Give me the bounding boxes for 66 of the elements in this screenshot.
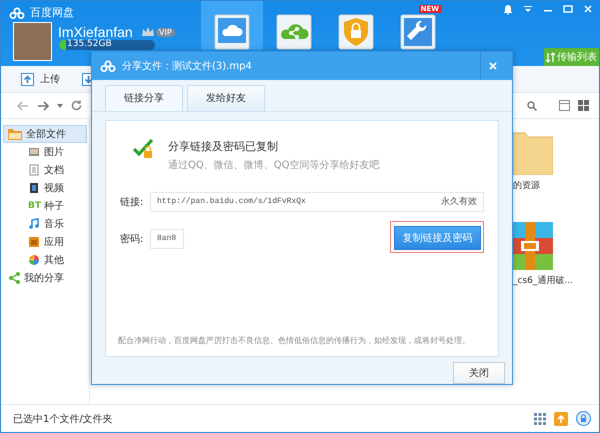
file-name: _cs6_通用破... bbox=[513, 274, 573, 287]
sidebar-item[interactable]: BT 种子 bbox=[3, 197, 87, 215]
bell-icon[interactable] bbox=[501, 3, 515, 15]
share-icon bbox=[8, 272, 20, 284]
close-dialog-button[interactable]: 关闭 bbox=[453, 362, 505, 384]
document-icon bbox=[28, 164, 40, 176]
cloud-logo-icon bbox=[9, 6, 25, 18]
picture-icon bbox=[28, 146, 40, 158]
avatar-placeholder bbox=[13, 22, 52, 61]
app-box-icon bbox=[28, 236, 40, 248]
grid-icon[interactable] bbox=[534, 412, 546, 424]
color-wheel-icon bbox=[28, 254, 40, 266]
search-icon[interactable] bbox=[527, 100, 537, 110]
link-label: 链接: bbox=[120, 196, 144, 209]
upload-button[interactable]: 上传 bbox=[15, 72, 66, 86]
storage-fill bbox=[59, 40, 66, 50]
close-icon bbox=[488, 62, 496, 70]
sidebar-item[interactable]: 视频 bbox=[3, 179, 87, 197]
share-icon[interactable] bbox=[276, 14, 312, 50]
status-text: 已选中1个文件/文件夹 bbox=[13, 412, 114, 426]
transfer-arrows-icon bbox=[546, 52, 555, 62]
archive-icon[interactable] bbox=[513, 222, 553, 270]
file-name: 的资源 bbox=[513, 180, 540, 192]
notice-text: 配合净网行动，百度网盘严厉打击不良信息、色情低俗信息的传播行为，如经发现，或将封号处理。 bbox=[118, 335, 471, 346]
dialog-tab[interactable]: 链接分享 bbox=[105, 85, 183, 111]
storage-text: 135.52GB bbox=[67, 39, 112, 50]
upload-icon bbox=[21, 72, 34, 86]
dialog-title: 分享文件：测试文件(3).mp4 bbox=[122, 60, 253, 73]
wrench-icon[interactable] bbox=[400, 14, 436, 50]
video-icon bbox=[28, 182, 40, 194]
music-note-icon bbox=[28, 218, 40, 230]
validity-text: 永久有效 bbox=[441, 196, 477, 208]
sidebar-item[interactable]: 文档 bbox=[3, 161, 87, 179]
sidebar-item[interactable]: 应用 bbox=[3, 233, 87, 251]
caret-icon[interactable] bbox=[57, 104, 63, 108]
vip-badge: VIP bbox=[156, 28, 175, 36]
forward-icon[interactable] bbox=[37, 100, 49, 110]
sidebar-item[interactable]: 我的分享 bbox=[3, 269, 87, 287]
list-view-icon[interactable] bbox=[559, 100, 570, 111]
password-field[interactable]: 8an8 bbox=[150, 228, 184, 249]
lock-shield-icon[interactable] bbox=[338, 14, 374, 50]
success-message: 分享链接及密码已复制 bbox=[168, 138, 279, 154]
user-name: ImXiefanfan bbox=[58, 24, 133, 40]
cloud-icon[interactable] bbox=[214, 14, 250, 50]
maximize-icon[interactable] bbox=[561, 3, 575, 15]
refresh-icon[interactable] bbox=[71, 100, 82, 111]
lock-icon[interactable] bbox=[576, 411, 591, 426]
sidebar-item[interactable]: 全部文件 bbox=[3, 125, 87, 143]
folder-icon bbox=[8, 128, 22, 140]
dialog-tab[interactable]: 发给好友 bbox=[187, 85, 265, 111]
upload-icon[interactable] bbox=[554, 412, 568, 426]
sidebar-item[interactable]: 图片 bbox=[3, 143, 87, 161]
password-label: 密码: bbox=[120, 232, 144, 246]
bt-icon: BT bbox=[28, 201, 40, 211]
app-title: 百度网盘 bbox=[30, 5, 74, 20]
cloud-logo-icon bbox=[100, 60, 116, 72]
link-field[interactable]: http://pan.baidu.com/s/1dFvRxQx 永久有效 bbox=[150, 192, 484, 212]
nav-tile[interactable] bbox=[201, 1, 263, 50]
sidebar-item[interactable]: 其他 bbox=[3, 251, 87, 269]
back-icon[interactable] bbox=[17, 100, 29, 110]
grid-view-icon[interactable] bbox=[578, 100, 589, 111]
check-lock-icon bbox=[133, 138, 155, 159]
sidebar-item[interactable]: 音乐 bbox=[3, 215, 87, 233]
dropdown-icon[interactable] bbox=[521, 3, 535, 15]
crown-icon bbox=[141, 26, 155, 38]
share-hint: 通过QQ、微信、微博、QQ空间等分享给好友吧 bbox=[168, 158, 380, 172]
